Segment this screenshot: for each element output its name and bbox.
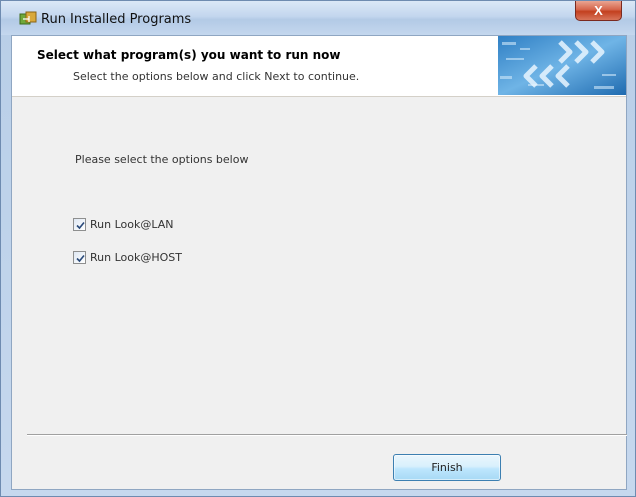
checkbox-run-lookatlan[interactable]	[73, 217, 86, 231]
window-title: Run Installed Programs	[41, 12, 192, 27]
options-prompt: Please select the options below	[75, 153, 249, 166]
option-label: Run Look@LAN	[90, 217, 174, 231]
dialog-client-area: Select what program(s) you want to run n…	[11, 35, 627, 490]
checkmark-icon	[76, 221, 85, 229]
option-label: Run Look@HOST	[90, 250, 182, 264]
option-run-lookathost[interactable]: Run Look@HOST	[73, 249, 182, 265]
app-icon	[19, 11, 37, 27]
checkbox-run-lookathost[interactable]	[73, 250, 86, 264]
dialog-window: Run Installed Programs X Select what pro…	[0, 0, 636, 497]
close-button[interactable]: X	[575, 1, 622, 21]
header-banner-graphic	[498, 36, 626, 95]
header-title: Select what program(s) you want to run n…	[37, 48, 341, 62]
checkmark-icon	[76, 254, 85, 262]
wizard-header: Select what program(s) you want to run n…	[12, 36, 626, 97]
header-subtitle: Select the options below and click Next …	[73, 70, 360, 83]
finish-button[interactable]: Finish	[393, 454, 501, 481]
title-bar[interactable]: Run Installed Programs X	[1, 1, 635, 35]
option-run-lookatlan[interactable]: Run Look@LAN	[73, 216, 174, 232]
footer-divider	[27, 434, 627, 436]
